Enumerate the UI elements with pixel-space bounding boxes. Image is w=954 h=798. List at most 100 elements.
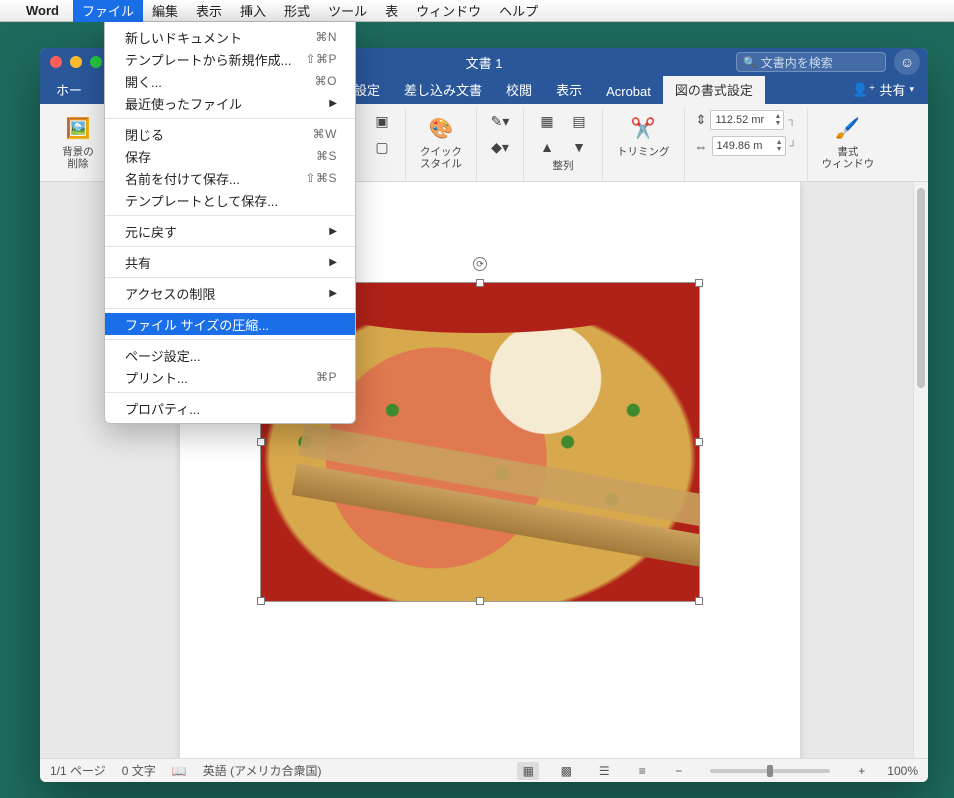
remove-bg-icon: 🖼️: [62, 112, 94, 144]
minimize-button[interactable]: [70, 56, 82, 68]
corrections-button[interactable]: ▣: [369, 110, 395, 132]
height-input[interactable]: 112.52 mr ▲▼: [710, 110, 784, 130]
menu-window[interactable]: ウィンドウ: [407, 0, 490, 22]
menu-view[interactable]: 表示: [187, 0, 231, 22]
share-button[interactable]: 👤⁺ 共有 ▾: [838, 75, 928, 104]
menu-item-名前を付けて保存[interactable]: 名前を付けて保存...⇧⌘S: [105, 167, 355, 189]
border-button[interactable]: ✎▾: [487, 110, 513, 132]
crop-label: トリミング: [617, 146, 670, 158]
submenu-arrow-icon: ▶: [329, 226, 337, 237]
search-box[interactable]: 🔍 文書内を検索: [736, 52, 886, 72]
status-language[interactable]: 英語 (アメリカ合衆国): [203, 762, 322, 779]
forward-button[interactable]: ▲: [534, 136, 560, 158]
menu-item-ページ設定[interactable]: ページ設定...: [105, 344, 355, 366]
width-stepper[interactable]: ▲▼: [776, 139, 783, 153]
menu-item-shortcut: ⌘S: [316, 149, 337, 163]
resize-handle-l[interactable]: [257, 438, 265, 446]
width-input[interactable]: 149.86 m ▲▼: [712, 136, 786, 156]
quick-styles-button[interactable]: 🎨 クイック スタイル: [416, 110, 466, 172]
artistic-button[interactable]: ▢: [369, 136, 395, 158]
menu-tools[interactable]: ツール: [319, 0, 376, 22]
menu-item-label: 共有: [125, 253, 329, 272]
spellcheck-icon[interactable]: 📖: [172, 764, 187, 778]
menu-item-shortcut: ⌘O: [315, 74, 337, 88]
menu-insert[interactable]: 挿入: [231, 0, 275, 22]
resize-handle-bl[interactable]: [257, 597, 265, 605]
zoom-out-button[interactable]: −: [669, 764, 688, 778]
menu-item-プリント[interactable]: プリント...⌘P: [105, 366, 355, 388]
zoom-slider-thumb[interactable]: [767, 765, 773, 777]
view-draft[interactable]: ≡: [631, 762, 653, 780]
resize-handle-t[interactable]: [476, 279, 484, 287]
view-print-layout[interactable]: ▦: [517, 762, 539, 780]
group-styles: 🎨 クイック スタイル: [406, 108, 477, 181]
menu-edit[interactable]: 編集: [143, 0, 187, 22]
file-dropdown: 新しいドキュメント⌘Nテンプレートから新規作成...⇧⌘P開く...⌘O最近使っ…: [104, 22, 356, 424]
remove-background-button[interactable]: 🖼️ 背景の 削除: [58, 110, 98, 172]
group-adjust-small: ▣ ▢: [359, 108, 406, 181]
rotate-handle[interactable]: ⟳: [473, 257, 487, 271]
menu-help[interactable]: ヘルプ: [490, 0, 547, 22]
crop-button[interactable]: ✂️ トリミング: [613, 110, 674, 160]
menu-item-label: ページ設定...: [125, 346, 337, 365]
menu-item-保存[interactable]: 保存⌘S: [105, 145, 355, 167]
menu-item-ファイルサイズの圧縮[interactable]: ファイル サイズの圧縮...: [105, 313, 355, 335]
menu-item-label: 開く...: [125, 72, 315, 91]
resize-handle-tr[interactable]: [695, 279, 703, 287]
tab-view[interactable]: 表示: [544, 75, 594, 104]
window-controls: [40, 56, 102, 68]
backward-button[interactable]: ▼: [566, 136, 592, 158]
menu-item-shortcut: ⌘N: [315, 30, 337, 44]
zoom-value[interactable]: 100%: [887, 764, 918, 778]
menu-item-共有[interactable]: 共有▶: [105, 251, 355, 273]
width-icon: ⇔: [695, 139, 708, 154]
menu-item-閉じる[interactable]: 閉じる⌘W: [105, 123, 355, 145]
menu-item-プロパティ[interactable]: プロパティ...: [105, 397, 355, 419]
menu-item-テンプレートとして保存[interactable]: テンプレートとして保存...: [105, 189, 355, 211]
status-page[interactable]: 1/1 ページ: [50, 762, 106, 779]
scrollbar-thumb[interactable]: [917, 188, 925, 388]
position-button[interactable]: ▦: [534, 110, 560, 132]
menu-item-テンプレートから新規作成[interactable]: テンプレートから新規作成...⇧⌘P: [105, 48, 355, 70]
tab-acrobat[interactable]: Acrobat: [594, 79, 663, 104]
tab-review[interactable]: 校閲: [494, 75, 544, 104]
view-web-layout[interactable]: ▩: [555, 762, 577, 780]
group-remove-bg: 🖼️ 背景の 削除: [48, 108, 109, 181]
vertical-scrollbar[interactable]: [913, 182, 928, 758]
height-value: 112.52 mr: [715, 114, 772, 126]
crop-icon: ✂️: [627, 112, 659, 144]
resize-handle-br[interactable]: [695, 597, 703, 605]
menu-item-開く[interactable]: 開く...⌘O: [105, 70, 355, 92]
view-outline[interactable]: ☰: [593, 762, 615, 780]
menu-item-新しいドキュメント[interactable]: 新しいドキュメント⌘N: [105, 26, 355, 48]
menu-item-label: 保存: [125, 147, 316, 166]
app-name[interactable]: Word: [20, 3, 65, 18]
tab-home[interactable]: ホー: [44, 75, 94, 104]
height-stepper[interactable]: ▲▼: [775, 113, 782, 127]
menu-item-アクセスの制限[interactable]: アクセスの制限▶: [105, 282, 355, 304]
menu-item-label: ファイル サイズの圧縮...: [125, 315, 337, 334]
zoom-slider[interactable]: [710, 769, 830, 773]
tab-mailings[interactable]: 差し込み文書: [392, 75, 494, 104]
share-label: 共有: [879, 80, 905, 99]
zoom-button[interactable]: [90, 56, 102, 68]
height-icon: ⇕: [696, 112, 707, 128]
lock-indicator-top: ┐: [788, 115, 795, 126]
menu-table[interactable]: 表: [376, 0, 407, 22]
resize-handle-r[interactable]: [695, 438, 703, 446]
close-button[interactable]: [50, 56, 62, 68]
menu-item-最近使ったファイル[interactable]: 最近使ったファイル▶: [105, 92, 355, 114]
menu-item-元に戻す[interactable]: 元に戻す▶: [105, 220, 355, 242]
zoom-in-button[interactable]: +: [852, 764, 871, 778]
user-avatar[interactable]: ☺: [894, 49, 920, 75]
wrap-button[interactable]: ▤: [566, 110, 592, 132]
tab-picture-format[interactable]: 図の書式設定: [663, 75, 765, 104]
menu-format[interactable]: 形式: [275, 0, 319, 22]
effects-button[interactable]: ◆▾: [487, 136, 513, 158]
menu-item-shortcut: ⇧⌘P: [305, 52, 337, 66]
status-words[interactable]: 0 文字: [122, 762, 156, 779]
format-pane-button[interactable]: 🖌️ 書式 ウィンドウ: [818, 110, 879, 172]
resize-handle-b[interactable]: [476, 597, 484, 605]
menu-item-label: プロパティ...: [125, 399, 337, 418]
menu-file[interactable]: ファイル: [73, 0, 143, 22]
